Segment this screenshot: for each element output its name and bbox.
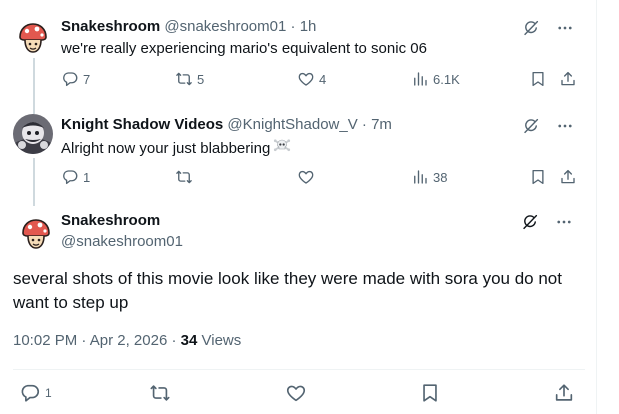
separator: ·: [290, 18, 296, 35]
bookmark-button[interactable]: [529, 70, 547, 88]
views-count: 34: [180, 332, 198, 349]
bookmark-icon: [529, 168, 547, 186]
display-name[interactable]: Snakeshroom: [61, 211, 160, 231]
like-button[interactable]: [297, 168, 319, 186]
view-count: 38: [433, 169, 448, 185]
divider: [13, 369, 585, 370]
separator: ·: [171, 332, 177, 349]
like-button[interactable]: [285, 382, 307, 404]
share-button[interactable]: [553, 382, 575, 404]
user-handle[interactable]: @snakeshroom01: [164, 18, 286, 35]
separator: ·: [81, 332, 87, 349]
bookmark-button[interactable]: [529, 168, 547, 186]
tweet-header: Knight Shadow Videos @KnightShadow_V · 7…: [61, 115, 392, 135]
reply-icon: [61, 168, 79, 186]
repost-button[interactable]: [175, 168, 197, 186]
repost-button[interactable]: 5: [175, 70, 204, 88]
views-label: Views: [201, 332, 242, 349]
views-button[interactable]: 38: [411, 168, 447, 186]
share-icon: [553, 382, 575, 404]
share-icon: [559, 168, 577, 186]
bookmark-button[interactable]: [419, 382, 441, 404]
user-handle[interactable]: @snakeshroom01: [61, 232, 183, 252]
reply-count: 1: [45, 386, 52, 400]
grok-icon[interactable]: [518, 210, 542, 234]
conversation-thread: Snakeshroom @snakeshroom01 · 1h we're re…: [0, 0, 597, 414]
tweet-text: several shots of this movie look like th…: [13, 269, 562, 312]
tweet-time[interactable]: 10:02 PM: [13, 332, 77, 349]
timestamp[interactable]: 1h: [300, 18, 317, 35]
more-icon[interactable]: [553, 16, 577, 40]
like-button[interactable]: 4: [297, 70, 326, 88]
views-icon: [411, 70, 429, 88]
reply-button[interactable]: 1: [19, 382, 52, 404]
like-icon: [285, 382, 307, 404]
views-button[interactable]: 6.1K: [411, 70, 460, 88]
repost-icon: [175, 168, 193, 186]
repost-icon: [149, 382, 171, 404]
display-name[interactable]: Knight Shadow Videos: [61, 116, 223, 133]
thread-line: [33, 58, 35, 108]
tweet-date[interactable]: Apr 2, 2026: [90, 332, 168, 349]
more-icon[interactable]: [552, 210, 576, 234]
tweet-text: we're really experiencing mario's equiva…: [61, 40, 427, 57]
grok-icon[interactable]: [519, 114, 543, 138]
avatar[interactable]: [13, 114, 53, 154]
like-icon: [297, 70, 315, 88]
avatar[interactable]: [16, 214, 56, 254]
views-icon: [411, 168, 429, 186]
reply-tweet-1[interactable]: Snakeshroom @snakeshroom01 · 1h we're re…: [0, 0, 597, 108]
tweet-header: Snakeshroom @snakeshroom01 · 1h: [61, 17, 316, 37]
grok-icon[interactable]: [519, 16, 543, 40]
thread-line: [33, 158, 35, 206]
reply-button[interactable]: 7: [61, 70, 90, 88]
bookmark-icon: [419, 382, 441, 404]
timestamp[interactable]: 7m: [371, 116, 392, 133]
reply-count: 7: [83, 71, 91, 87]
repost-count: 5: [197, 71, 205, 87]
reply-button[interactable]: 1: [61, 168, 90, 186]
like-count: 4: [319, 71, 327, 87]
repost-icon: [175, 70, 193, 88]
tweet-text: Alright now your just blabbering: [61, 137, 291, 159]
more-icon[interactable]: [553, 114, 577, 138]
tweet-text-content: Alright now your just blabbering: [61, 140, 271, 157]
avatar[interactable]: [13, 18, 53, 58]
like-icon: [297, 168, 315, 186]
user-handle[interactable]: @KnightShadow_V: [227, 116, 357, 133]
skull-and-crossbones-icon: [274, 139, 291, 152]
reply-tweet-2[interactable]: Knight Shadow Videos @KnightShadow_V · 7…: [0, 108, 597, 206]
tweet-meta: 10:02 PM · Apr 2, 2026 · 34 Views: [13, 331, 241, 351]
share-button[interactable]: [559, 70, 577, 88]
view-count: 6.1K: [433, 71, 460, 87]
separator: ·: [361, 116, 367, 133]
display-name[interactable]: Snakeshroom: [61, 18, 160, 35]
share-icon: [559, 70, 577, 88]
reply-icon: [19, 382, 41, 404]
share-button[interactable]: [559, 168, 577, 186]
reply-icon: [61, 70, 79, 88]
reply-count: 1: [83, 169, 91, 185]
bookmark-icon: [529, 70, 547, 88]
repost-button[interactable]: [149, 382, 171, 404]
